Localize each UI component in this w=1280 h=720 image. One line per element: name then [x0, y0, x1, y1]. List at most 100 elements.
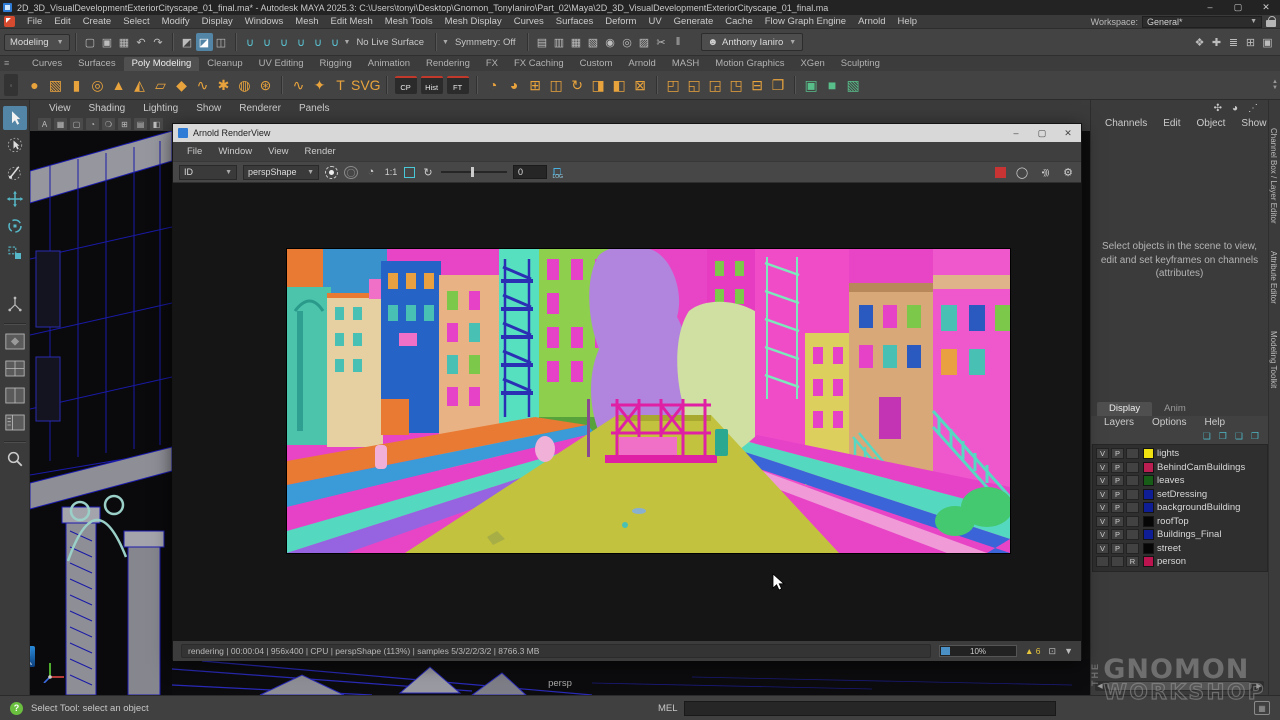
zoom-ratio-label[interactable]: 1:1	[384, 167, 398, 177]
layer-visibility-toggle[interactable]: V	[1096, 529, 1109, 540]
shelf-tab[interactable]: Surfaces	[70, 57, 124, 71]
menu-item[interactable]: Edit	[48, 16, 76, 27]
snap-magnet-icon[interactable]: ∪	[310, 33, 327, 51]
menu-item[interactable]: Mesh	[289, 16, 324, 27]
layer-playback-toggle[interactable]: P	[1111, 516, 1124, 527]
layer-editor-menu-item[interactable]: Layers	[1097, 416, 1141, 429]
layer-playback-toggle[interactable]: P	[1111, 529, 1124, 540]
layer-color-swatch[interactable]	[1143, 543, 1154, 554]
menu-item[interactable]: Surfaces	[550, 16, 600, 27]
menu-item[interactable]: Display	[196, 16, 239, 27]
rgba-channels-icon[interactable]: ◯	[344, 166, 358, 179]
symmetry-field[interactable]: Symmetry: Off	[449, 37, 522, 48]
layer-visibility-toggle[interactable]: V	[1096, 462, 1109, 473]
render-tool-icon[interactable]: ‖	[670, 33, 687, 51]
exposure-slider[interactable]	[441, 171, 507, 173]
renderview-titlebar[interactable]: Arnold RenderView – ▢ ✕	[173, 124, 1081, 142]
user-account-dropdown[interactable]: ☻ Anthony Ianiro▼	[701, 33, 804, 51]
viewport-toggle-icon[interactable]: ▢	[70, 118, 83, 130]
shelf-tab[interactable]: FX	[478, 57, 506, 71]
menu-item[interactable]: Curves	[508, 16, 550, 27]
layer-playback-toggle[interactable]	[1111, 556, 1124, 567]
shelf-tab[interactable]: XGen	[792, 57, 832, 71]
viewport-menu-item[interactable]: Panels	[290, 103, 339, 114]
layer-display-type-toggle[interactable]	[1126, 543, 1139, 554]
scale-tool-button[interactable]	[3, 241, 27, 265]
curve-text-icon[interactable]: SVG	[351, 73, 381, 97]
layer-name[interactable]: lights	[1157, 448, 1179, 459]
menu-item[interactable]: Mesh Tools	[379, 16, 439, 27]
poly-edit-icon[interactable]: ◫	[546, 73, 567, 97]
command-line-label[interactable]: MEL	[658, 703, 678, 714]
layer-visibility-toggle[interactable]: V	[1096, 516, 1109, 527]
curve-text-icon[interactable]: T	[330, 73, 351, 97]
sidebar-vertical-tab[interactable]: Channel Box / Layer Editor	[1269, 128, 1278, 224]
menu-item[interactable]: Select	[117, 16, 155, 27]
layer-display-type-toggle[interactable]	[1126, 489, 1139, 500]
settings-gear-icon[interactable]: ⚙	[1061, 166, 1075, 179]
layer-row[interactable]: V P backgroundBuilding	[1093, 501, 1267, 515]
stop-render-icon[interactable]	[995, 167, 1006, 178]
layer-display-type-toggle[interactable]	[1126, 462, 1139, 473]
snap-magnet-icon[interactable]: ∪	[327, 33, 344, 51]
viewport-toggle-icon[interactable]: ⊞	[118, 118, 131, 130]
layer-action-icon[interactable]: ❐	[1219, 431, 1227, 442]
layer-display-type-toggle[interactable]	[1126, 448, 1139, 459]
script-editor-icon[interactable]: ▦	[1254, 701, 1270, 715]
mel-command-input[interactable]	[684, 701, 1056, 716]
channel-box-icon[interactable]: ⋰	[1248, 103, 1258, 114]
menu-item[interactable]: Flow Graph Engine	[759, 16, 852, 27]
poly-primitive-icon[interactable]: ▧	[45, 73, 66, 97]
layer-name[interactable]: leaves	[1157, 475, 1184, 486]
warning-icon[interactable]: ▲ 6	[1025, 646, 1041, 656]
layer-playback-toggle[interactable]: P	[1111, 462, 1124, 473]
renderview-menu-item[interactable]: Window	[210, 146, 260, 157]
layer-color-swatch[interactable]	[1143, 489, 1154, 500]
maximize-icon[interactable]: ▢	[1224, 0, 1252, 15]
poly-edit-icon[interactable]: ◧	[609, 73, 630, 97]
file-tool-icon[interactable]: ▢	[82, 33, 99, 51]
renderview-menu-item[interactable]: Render	[297, 146, 344, 157]
layer-name[interactable]: setDressing	[1157, 489, 1207, 500]
layout-two-pane-button[interactable]	[3, 383, 27, 407]
channel-pie-icon[interactable]: ◔	[364, 166, 378, 178]
layer-color-swatch[interactable]	[1143, 448, 1154, 459]
shelf-tab[interactable]: Animation	[360, 57, 418, 71]
viewport-toggle-icon[interactable]: ▤	[134, 118, 147, 130]
live-surface-field[interactable]: No Live Surface	[350, 37, 430, 48]
layer-playback-toggle[interactable]: P	[1111, 502, 1124, 513]
shelf-tab[interactable]: Arnold	[620, 57, 663, 71]
layer-playback-toggle[interactable]: P	[1111, 448, 1124, 459]
poly-primitive-icon[interactable]: ∿	[192, 73, 213, 97]
snapshot-frame-icon[interactable]: ⊡	[1049, 646, 1057, 657]
curve-text-icon[interactable]: ✦	[309, 73, 330, 97]
close-icon[interactable]: ✕	[1055, 124, 1081, 142]
panel-toggle-icon[interactable]: ≣	[1225, 33, 1242, 51]
curve-text-icon[interactable]: ∿	[288, 73, 309, 97]
channel-box-icon[interactable]: ◕	[1232, 103, 1238, 114]
poly-tool-icon[interactable]: ◰	[663, 73, 684, 97]
layer-row[interactable]: V P setDressing	[1093, 488, 1267, 502]
viewport-menu-item[interactable]: Show	[187, 103, 230, 114]
shelf-tab[interactable]: Motion Graphics	[707, 57, 792, 71]
layer-row[interactable]: V P street	[1093, 542, 1267, 556]
paint-select-tool-button[interactable]	[3, 160, 27, 184]
layout-single-pane-button[interactable]	[3, 329, 27, 353]
workspace-dropdown[interactable]: General*▼	[1142, 16, 1262, 28]
minimize-icon[interactable]: –	[1196, 0, 1224, 15]
layer-visibility-toggle[interactable]: V	[1096, 502, 1109, 513]
poly-edit-icon[interactable]: ◨	[588, 73, 609, 97]
aov-dropdown[interactable]: ID▼	[179, 165, 237, 180]
select-hierarchy-icon[interactable]: ◩	[179, 33, 196, 51]
viewport-menu-item[interactable]: View	[40, 103, 80, 114]
menu-item[interactable]: UV	[642, 16, 667, 27]
file-tool-icon[interactable]: ↶	[133, 33, 150, 51]
layer-visibility-toggle[interactable]: V	[1096, 448, 1109, 459]
layer-visibility-toggle[interactable]: V	[1096, 475, 1109, 486]
horizontal-scrollbar[interactable]: ◀ ▶	[1095, 681, 1264, 691]
poly-tool-icon[interactable]: ⊟	[747, 73, 768, 97]
layer-row[interactable]: V P BehindCamBuildings	[1093, 461, 1267, 475]
poly-primitive-icon[interactable]: ◆	[171, 73, 192, 97]
menu-item[interactable]: Windows	[239, 16, 290, 27]
layer-action-icon[interactable]: ❏	[1235, 431, 1243, 442]
